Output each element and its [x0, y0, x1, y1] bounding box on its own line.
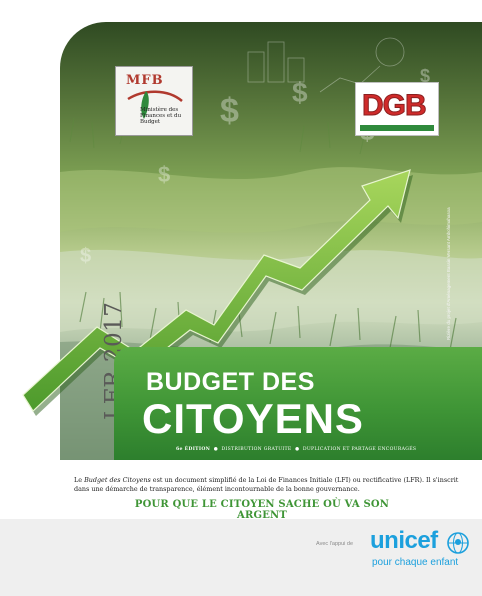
unicef-logo-text: unicef	[370, 527, 438, 554]
title-line-1: BUDGET DES	[146, 368, 315, 396]
dgb-logo: DGB	[355, 82, 439, 136]
unicef-tagline: pour chaque enfant	[372, 557, 459, 568]
edition-tagline: 6e ÉDITION ● DISTRIBUTION GRATUITE ● DUP…	[176, 447, 417, 452]
duplication-label: DUPLICATION ET PARTAGE ENCOURAGÉS	[302, 447, 417, 452]
unicef-globe-icon	[447, 532, 469, 554]
dgb-caption-bar	[360, 125, 434, 131]
intro-title: Budget des Citoyens	[84, 476, 151, 484]
photo-credit: Rizière du projet d'Aménagement Bassin V…	[446, 207, 451, 340]
mfb-caption: Ministère des Finances et du Budget	[140, 107, 182, 125]
support-text: Avec l'appui de	[316, 541, 354, 547]
edition-label: 6e ÉDITION	[176, 447, 211, 452]
title-line-2: CITOYENS	[142, 395, 364, 442]
mfb-logo: MFB Ministère des Finances et du Budget	[115, 66, 193, 136]
slogan: POUR QUE LE CITOYEN SACHE OÙ VA SON ARGE…	[134, 499, 390, 521]
distribution-label: DISTRIBUTION GRATUITE	[221, 447, 292, 452]
dgb-letters: DGB	[362, 89, 428, 123]
intro-paragraph: Le Budget des Citoyens est un document s…	[74, 476, 459, 493]
